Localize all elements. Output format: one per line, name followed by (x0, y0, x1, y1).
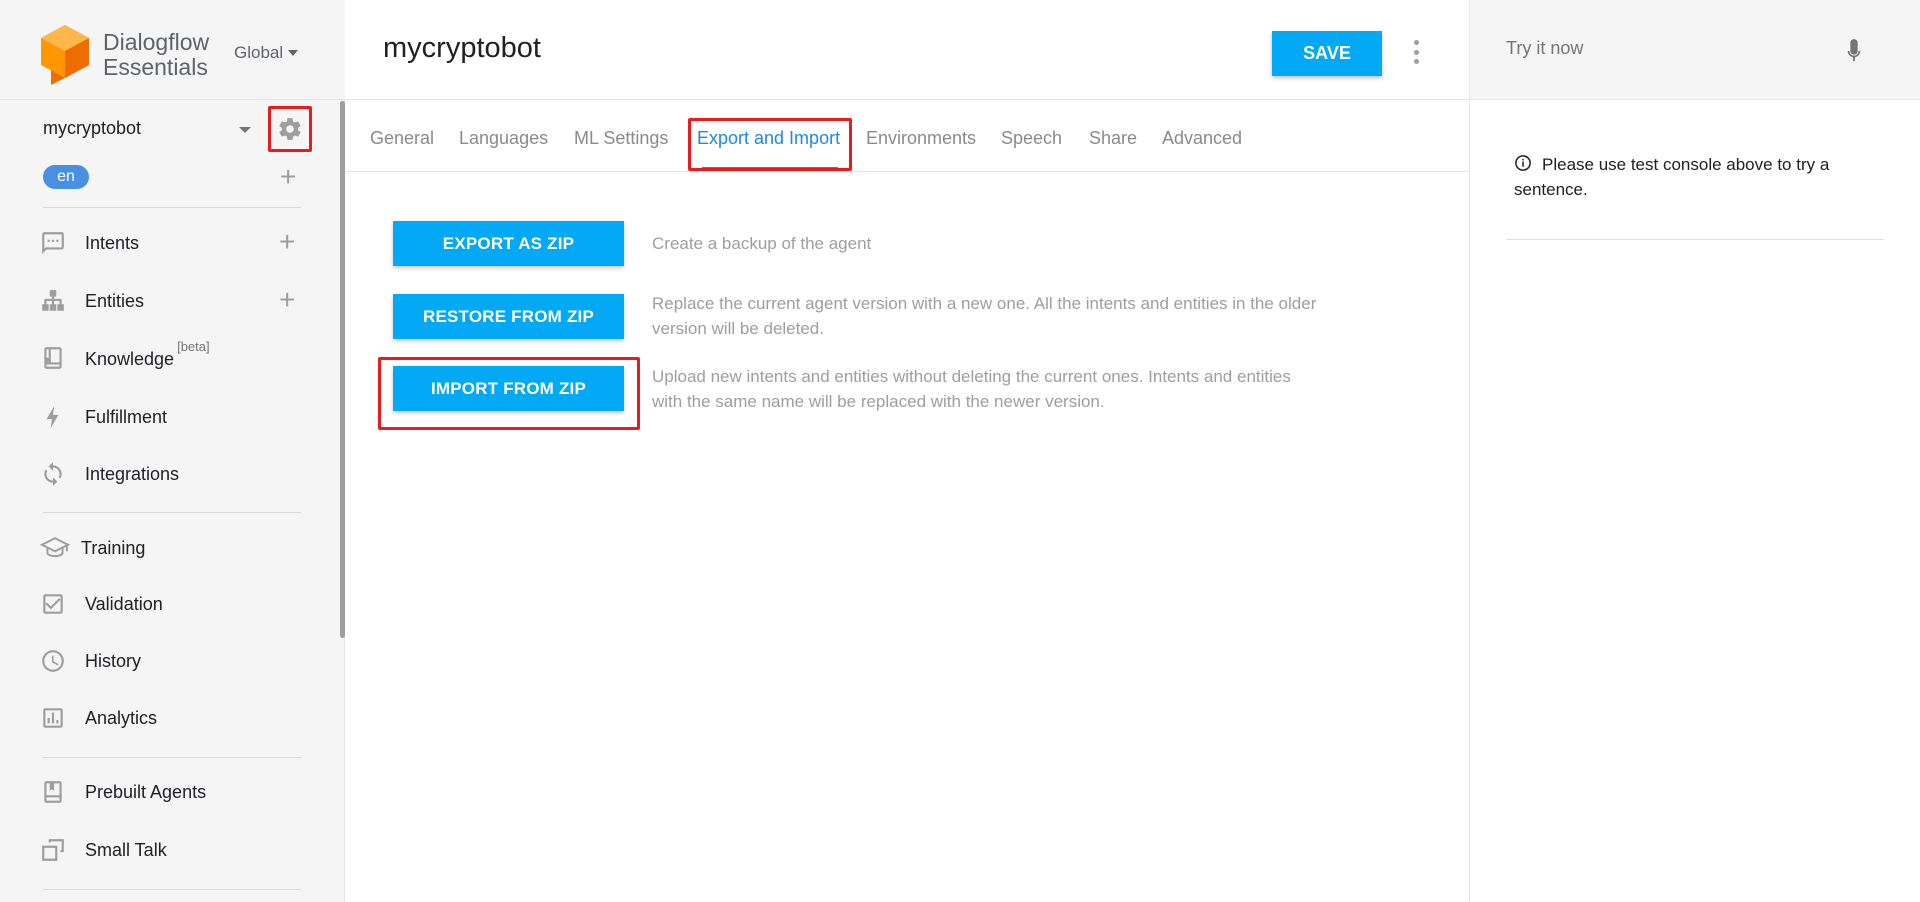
book-icon (40, 344, 72, 372)
export-description: Create a backup of the agent (652, 234, 872, 253)
tab-ml-settings[interactable]: ML Settings (574, 128, 668, 149)
region-label: Global (234, 43, 284, 62)
sidebar-item-fulfillment[interactable]: Fulfillment (40, 400, 167, 434)
hierarchy-icon (40, 287, 72, 315)
main-content: mycryptobot SAVE General Languages ML Se… (346, 0, 1469, 902)
settings-gear-button[interactable] (268, 106, 312, 152)
add-language-icon[interactable]: + (280, 163, 296, 191)
tab-environments[interactable]: Environments (866, 128, 976, 149)
chat-bubble-icon (40, 229, 72, 257)
annotation-highlight-tab (688, 118, 852, 171)
more-options-icon[interactable] (1412, 40, 1420, 64)
brand-header: Dialogflow Essentials Global (0, 0, 345, 100)
sidebar-item-label: Training (81, 537, 146, 558)
sidebar-item-intents[interactable]: Intents (40, 226, 139, 260)
tab-speech[interactable]: Speech (1001, 128, 1062, 149)
add-entity-icon[interactable]: + (279, 286, 295, 314)
clock-icon (40, 647, 72, 675)
language-badge[interactable]: en (43, 165, 89, 189)
page-title: mycryptobot (383, 32, 541, 64)
gear-icon (279, 118, 301, 140)
divider (1506, 239, 1884, 240)
export-as-zip-button[interactable]: EXPORT AS ZIP (393, 221, 624, 266)
restore-from-zip-button[interactable]: RESTORE FROM ZIP (393, 294, 624, 339)
knowledge-label: Knowledge (85, 349, 175, 369)
sync-icon (40, 460, 72, 488)
sidebar-item-training[interactable]: Training (40, 531, 145, 565)
sidebar-item-label: Prebuilt Agents (85, 781, 207, 802)
tab-general[interactable]: General (370, 128, 434, 149)
sidebar-item-knowledge[interactable]: Knowledge[beta] (40, 339, 210, 375)
brand-line-1: Dialogflow (103, 29, 210, 55)
add-intent-icon[interactable]: + (279, 228, 295, 256)
tab-advanced[interactable]: Advanced (1162, 128, 1242, 149)
sidebar-item-analytics[interactable]: Analytics (40, 701, 157, 735)
sidebar-item-label: Knowledge[beta] (85, 339, 210, 370)
sidebar: Dialogflow Essentials Global mycryptobot… (0, 0, 345, 902)
divider (43, 207, 301, 208)
checkbox-icon (40, 590, 72, 618)
test-console-hint: Please use test console above to try a s… (1514, 152, 1874, 202)
annotation-highlight-import (378, 357, 640, 430)
sidebar-item-label: Validation (85, 593, 163, 614)
save-button[interactable]: SAVE (1272, 31, 1382, 76)
bookmark-book-icon (40, 778, 72, 806)
import-description: Upload new intents and entities without … (652, 367, 1291, 411)
caret-down-icon (288, 50, 299, 56)
sidebar-item-integrations[interactable]: Integrations (40, 457, 179, 491)
sidebar-item-history[interactable]: History (40, 644, 141, 678)
brand-line-2: Essentials (103, 54, 208, 80)
divider (43, 889, 301, 890)
dialogflow-logo-icon[interactable] (41, 25, 89, 85)
tab-share[interactable]: Share (1089, 128, 1137, 149)
sidebar-item-label: Integrations (85, 463, 180, 484)
try-it-now-input[interactable] (1506, 38, 1836, 59)
hint-text: Please use test console above to try a s… (1514, 155, 1830, 199)
graduation-cap-icon (40, 534, 72, 562)
sidebar-item-validation[interactable]: Validation (40, 587, 163, 621)
sidebar-item-prebuilt-agents[interactable]: Prebuilt Agents (40, 775, 206, 809)
test-console-panel: Please use test console above to try a s… (1469, 0, 1920, 902)
main-header: mycryptobot SAVE (346, 0, 1469, 100)
region-selector[interactable]: Global (234, 43, 299, 63)
lightning-icon (40, 403, 72, 431)
sidebar-item-label: Fulfillment (85, 406, 168, 427)
stacked-windows-icon (40, 836, 72, 864)
info-icon (1515, 155, 1531, 171)
sidebar-item-small-talk[interactable]: Small Talk (40, 833, 167, 867)
sidebar-item-label: Entities (85, 290, 145, 311)
divider (43, 757, 301, 758)
agent-dropdown-icon[interactable] (239, 127, 251, 133)
sidebar-item-label: Small Talk (85, 839, 167, 860)
sidebar-scrollbar[interactable] (340, 101, 345, 638)
restore-description: Replace the current agent version with a… (652, 294, 1317, 338)
sidebar-item-label: Analytics (85, 707, 158, 728)
microphone-icon[interactable] (1843, 36, 1865, 66)
try-it-now-bar (1470, 0, 1920, 100)
bar-chart-icon (40, 704, 72, 732)
sidebar-item-label: Intents (85, 232, 140, 253)
agent-selector[interactable]: mycryptobot (43, 118, 141, 139)
tab-languages[interactable]: Languages (459, 128, 548, 149)
settings-tabs: General Languages ML Settings Export and… (346, 101, 1469, 172)
brand-name[interactable]: Dialogflow Essentials (103, 30, 209, 80)
sidebar-item-label: History (85, 650, 142, 671)
beta-badge: [beta] (177, 339, 210, 354)
sidebar-item-entities[interactable]: Entities (40, 284, 144, 318)
divider (43, 512, 301, 513)
